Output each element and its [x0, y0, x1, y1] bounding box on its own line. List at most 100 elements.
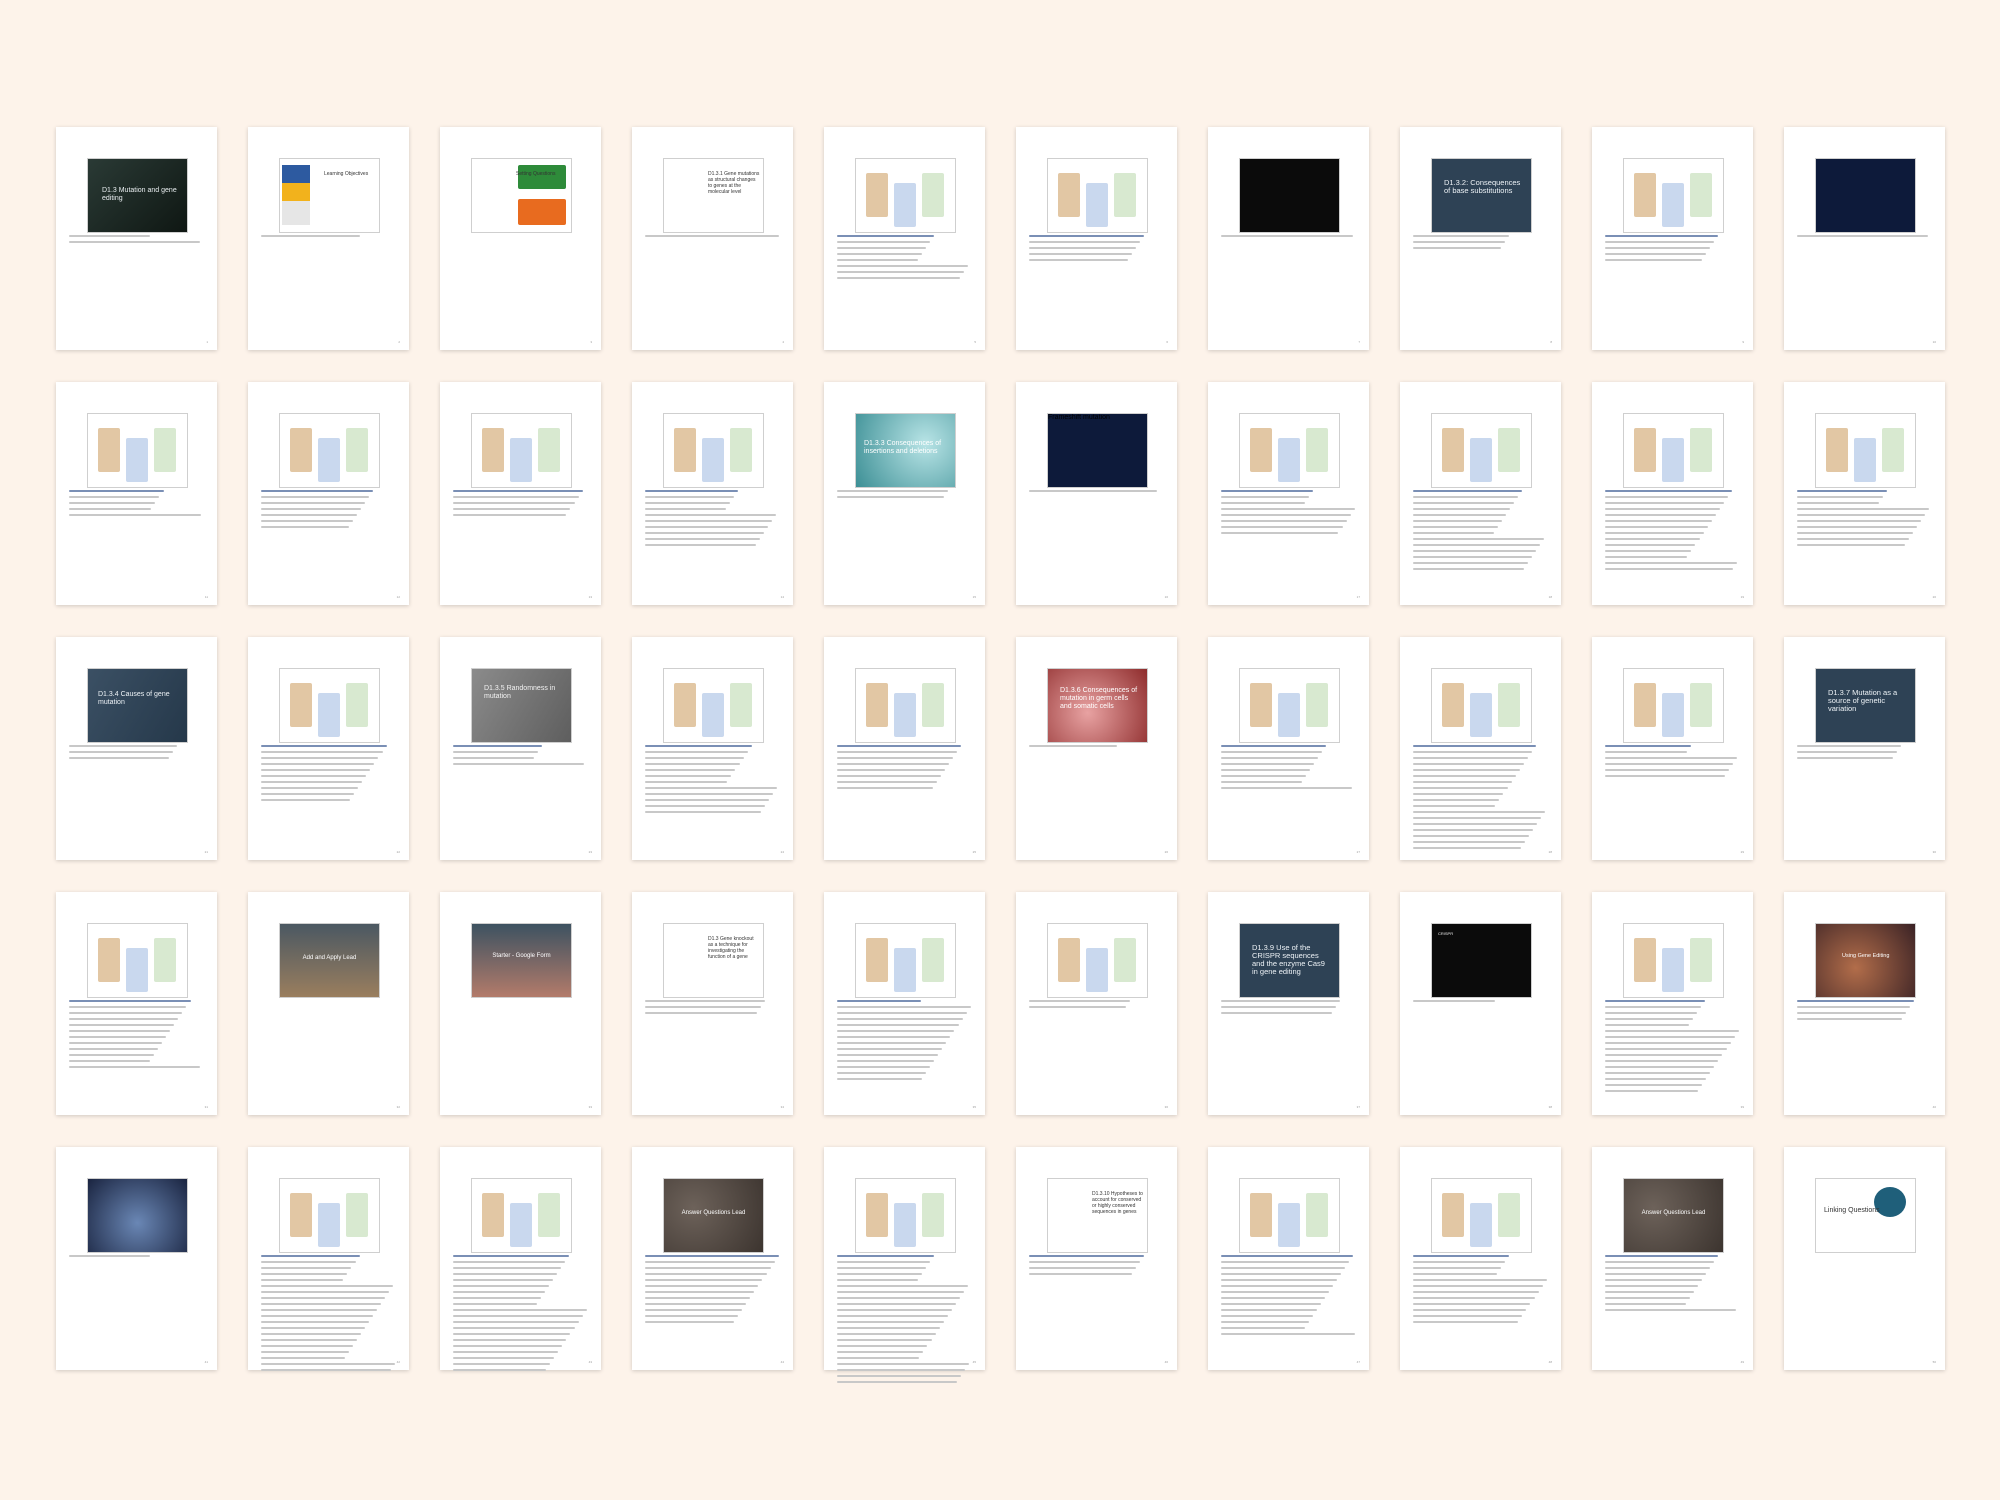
notes-line	[261, 508, 361, 510]
page-number: 3	[590, 340, 592, 344]
notes-line	[261, 1285, 394, 1287]
slide-preview	[663, 668, 764, 743]
slide-graphic	[346, 683, 368, 727]
notes-line	[1221, 769, 1311, 771]
slide-title: Answer Questions Lead	[1641, 1210, 1706, 1216]
page-thumbnail[interactable]: 39	[1592, 892, 1753, 1115]
page-thumbnail[interactable]: Using Gene Editing 40	[1784, 892, 1945, 1115]
page-thumbnail[interactable]: 25	[824, 637, 985, 860]
notes-line	[453, 1261, 566, 1263]
notes-line	[453, 1273, 557, 1275]
slide-preview	[1623, 923, 1724, 998]
slide-graphic	[482, 428, 504, 472]
page-number: 35	[972, 1105, 976, 1109]
notes-line	[1413, 241, 1505, 243]
page-thumbnail[interactable]: D1.3 Gene knockout as a technique for in…	[632, 892, 793, 1115]
page-thumbnail[interactable]: Add and Apply Lead 32	[248, 892, 409, 1115]
notes-line	[453, 1351, 559, 1353]
page-thumbnail[interactable]: Learning Objectives 2	[248, 127, 409, 350]
page-thumbnail[interactable]: 42	[248, 1147, 409, 1371]
page-thumbnail[interactable]: Linking Questions 50	[1784, 1147, 1945, 1370]
page-thumbnail[interactable]: 5	[824, 127, 985, 350]
notes-line	[645, 502, 731, 504]
notes-line	[1797, 1018, 1903, 1020]
page-thumbnail[interactable]: 20	[1784, 382, 1945, 605]
page-thumbnail[interactable]: 10	[1784, 127, 1945, 350]
notes-line	[1413, 829, 1534, 831]
page-thumbnail[interactable]: D1.3.2: Consequences of base substitutio…	[1400, 127, 1561, 350]
page-thumbnail[interactable]: Frameshift mutation 16	[1016, 382, 1177, 605]
page-thumbnail[interactable]: 11	[56, 382, 217, 605]
page-thumbnail[interactable]: D1.3.6 Consequences of mutation in germ …	[1016, 637, 1177, 860]
notes-line	[1221, 496, 1309, 498]
page-thumbnail[interactable]: Answer Questions Lead 44	[632, 1147, 793, 1370]
page-thumbnail[interactable]: 31	[56, 892, 217, 1115]
speaker-notes	[1029, 1000, 1164, 1012]
page-thumbnail[interactable]: 41	[56, 1147, 217, 1370]
page-thumbnail[interactable]: 6	[1016, 127, 1177, 350]
page-number: 7	[1358, 340, 1360, 344]
page-thumbnail[interactable]: 43	[440, 1147, 601, 1371]
notes-line	[837, 1309, 952, 1311]
page-thumbnail[interactable]: D1.3.5 Randomness in mutation 23	[440, 637, 601, 860]
speaker-notes	[69, 1255, 204, 1261]
notes-line	[1605, 259, 1703, 261]
notes-line	[261, 1357, 345, 1359]
slide-graphic	[318, 1203, 340, 1247]
page-thumbnail[interactable]: 29	[1592, 637, 1753, 860]
page-thumbnail[interactable]: 24	[632, 637, 793, 860]
page-number: 5	[974, 340, 976, 344]
page-thumbnail[interactable]: 45	[824, 1147, 985, 1383]
slide-graphic	[346, 1193, 368, 1237]
speaker-notes	[261, 490, 396, 532]
page-thumbnail[interactable]: 35	[824, 892, 985, 1115]
slide-preview: Add and Apply Lead	[279, 923, 380, 998]
notes-line	[1413, 799, 1500, 801]
notes-line	[1605, 1078, 1707, 1080]
speaker-notes	[1605, 490, 1740, 574]
notes-line	[1413, 1321, 1519, 1323]
page-thumbnail[interactable]: 7	[1208, 127, 1369, 350]
page-thumbnail[interactable]: D1.3.9 Use of the CRISPR sequences and t…	[1208, 892, 1369, 1115]
slide-graphic	[730, 683, 752, 727]
page-thumbnail[interactable]: 18	[1400, 382, 1561, 605]
notes-line	[1413, 1279, 1547, 1281]
page-thumbnail[interactable]: 12	[248, 382, 409, 605]
page-thumbnail[interactable]: 28	[1400, 637, 1561, 860]
page-thumbnail[interactable]: D1.3 Mutation and gene editing 1	[56, 127, 217, 350]
speaker-notes	[1605, 1000, 1740, 1096]
page-thumbnail[interactable]: 17	[1208, 382, 1369, 605]
notes-line	[453, 1315, 583, 1317]
notes-line	[1221, 787, 1352, 789]
notes-line	[1605, 1054, 1723, 1056]
speaker-notes	[1605, 235, 1740, 265]
page-thumbnail[interactable]: D1.3.7 Mutation as a source of genetic v…	[1784, 637, 1945, 860]
notes-line	[69, 1000, 191, 1002]
page-thumbnail[interactable]: Answer Questions Lead 49	[1592, 1147, 1753, 1370]
slide-graphic	[1058, 173, 1080, 217]
slide-preview: Linking Questions	[1815, 1178, 1916, 1253]
page-thumbnail[interactable]: 27	[1208, 637, 1369, 860]
page-thumbnail[interactable]: 13	[440, 382, 601, 605]
page-thumbnail[interactable]: 19	[1592, 382, 1753, 605]
page-thumbnail[interactable]: 9	[1592, 127, 1753, 350]
page-thumbnail[interactable]: 47	[1208, 1147, 1369, 1370]
page-thumbnail[interactable]: CRISPR 38	[1400, 892, 1561, 1115]
slide-graphic	[1470, 438, 1492, 482]
notes-line	[453, 508, 571, 510]
notes-line	[645, 1267, 771, 1269]
speaker-notes	[1413, 235, 1548, 253]
page-thumbnail[interactable]: D1.3.10 Hypotheses to account for conser…	[1016, 1147, 1177, 1370]
slide-preview	[855, 1178, 956, 1253]
page-thumbnail[interactable]: 48	[1400, 1147, 1561, 1370]
notes-line	[453, 1303, 537, 1305]
page-thumbnail[interactable]: Starter - Google Form 33	[440, 892, 601, 1115]
page-thumbnail[interactable]: D1.3.4 Causes of gene mutation 21	[56, 637, 217, 860]
page-thumbnail[interactable]: 22	[248, 637, 409, 860]
page-thumbnail[interactable]: D1.3.3 Consequences of insertions and de…	[824, 382, 985, 605]
page-thumbnail[interactable]: D1.3.1 Gene mutations as structural chan…	[632, 127, 793, 350]
notes-line	[1413, 508, 1511, 510]
page-thumbnail[interactable]: 14	[632, 382, 793, 605]
page-thumbnail[interactable]: 36	[1016, 892, 1177, 1115]
page-thumbnail[interactable]: Setting Questions 3	[440, 127, 601, 350]
